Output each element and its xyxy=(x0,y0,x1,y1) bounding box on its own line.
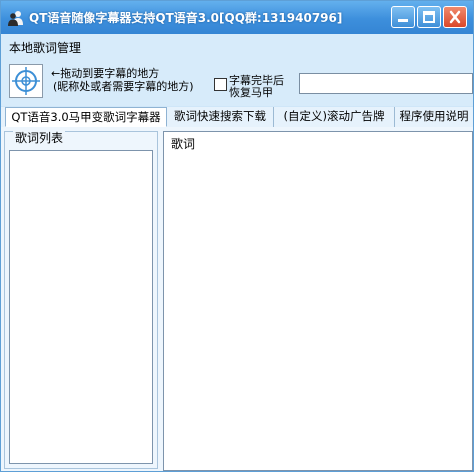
tab-bar: QT语音3.0马甲变歌词字幕器 歌词快速搜索下载 (自定义)滚动广告牌 程序使用… xyxy=(1,107,473,128)
tab-content: 歌词列表 歌词 xyxy=(1,127,473,471)
lyric-list-group: 歌词列表 xyxy=(4,129,158,469)
tab-lyric-subtitle[interactable]: QT语音3.0马甲变歌词字幕器 xyxy=(5,107,167,127)
close-button[interactable] xyxy=(443,6,467,28)
crosshair-drag-handle[interactable] xyxy=(9,64,43,98)
tab-lyric-search[interactable]: 歌词快速搜索下载 xyxy=(167,107,274,127)
lyrics-label: 歌词 xyxy=(171,137,196,151)
top-text-input[interactable] xyxy=(299,73,473,94)
minimize-icon xyxy=(398,19,408,22)
tab-instructions[interactable]: 程序使用说明 xyxy=(395,107,473,127)
minimize-button[interactable] xyxy=(391,6,415,28)
checkbox-label-line2: 恢复马甲 xyxy=(229,86,273,99)
tab-scrolling-billboard[interactable]: (自定义)滚动广告牌 xyxy=(274,107,395,127)
title-bar[interactable]: QT语音随像字幕器支持QT语音3.0[QQ群:131940796] xyxy=(1,1,473,34)
drag-hint-line2: (昵称处或者需要字幕的地方) xyxy=(53,80,194,93)
users-icon xyxy=(7,9,25,27)
menu-bar: 本地歌词管理 xyxy=(1,34,473,58)
window-title: QT语音随像字幕器支持QT语音3.0[QQ群:131940796] xyxy=(29,11,343,25)
restore-vest-checkbox[interactable] xyxy=(214,78,227,91)
app-window: QT语音随像字幕器支持QT语音3.0[QQ群:131940796] 本地歌词管理 xyxy=(0,0,474,472)
menu-local-lyrics[interactable]: 本地歌词管理 xyxy=(9,39,81,56)
tool-area: ←拖动到要字幕的地方 (昵称处或者需要字幕的地方) 字幕完毕后 恢复马甲 xyxy=(1,58,473,106)
lyrics-textarea[interactable]: 歌词 xyxy=(163,131,473,471)
crosshair-icon xyxy=(12,67,40,95)
maximize-icon xyxy=(423,11,435,23)
maximize-button[interactable] xyxy=(417,6,441,28)
lyric-list[interactable] xyxy=(9,150,153,464)
close-icon xyxy=(449,10,461,24)
lyric-list-title: 歌词列表 xyxy=(13,129,66,146)
